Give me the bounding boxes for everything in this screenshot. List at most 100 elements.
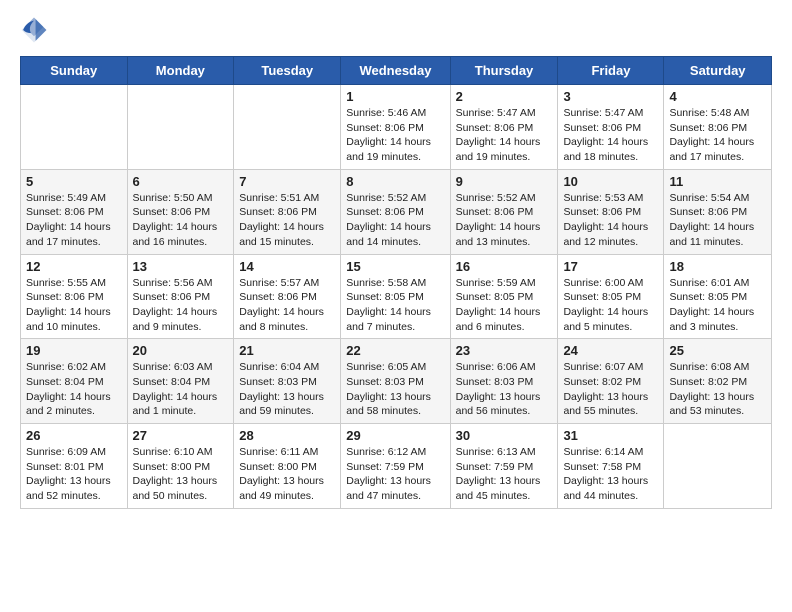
day-cell: 2Sunrise: 5:47 AM Sunset: 8:06 PM Daylig…: [450, 85, 558, 170]
day-number: 23: [456, 343, 553, 358]
day-number: 6: [133, 174, 229, 189]
day-cell: 24 Sunrise: 6:07 AM Sunset: 8:02 PM Dayli…: [558, 339, 664, 424]
day-info: Sunrise: 5:54 AM Sunset: 8:06 PM Dayligh…: [669, 191, 766, 250]
day-info: Sunrise: 6:08 AM Sunset: 8:02 PM Dayligh…: [669, 360, 766, 419]
day-cell: 4 Sunrise: 5:48 AM Sunset: 8:06 PM Daylig…: [664, 85, 772, 170]
weekday-header-saturday: Saturday: [664, 57, 772, 85]
week-row-4: 19 Sunrise: 6:02 AM Sunset: 8:04 PM Dayli…: [21, 339, 772, 424]
day-info: Sunrise: 6:01 AM Sunset: 8:05 PM Dayligh…: [669, 276, 766, 335]
day-info: Sunrise: 5:48 AM Sunset: 8:06 PM Dayligh…: [669, 106, 766, 165]
week-row-1: 1 Sunrise: 5:46 AM Sunset: 8:06 PM Daylig…: [21, 85, 772, 170]
day-cell: 3 Sunrise: 5:47 AM Sunset: 8:06 PM Daylig…: [558, 85, 664, 170]
day-cell: [21, 85, 128, 170]
day-cell: 13 Sunrise: 5:56 AM Sunset: 8:06 PM Dayli…: [127, 254, 234, 339]
day-number: 17: [563, 259, 658, 274]
day-number: 24: [563, 343, 658, 358]
day-info: Sunrise: 6:06 AM Sunset: 8:03 PM Dayligh…: [456, 360, 553, 419]
day-cell: 21Sunrise: 6:04 AM Sunset: 8:03 PM Dayli…: [234, 339, 341, 424]
day-info: Sunrise: 5:57 AM Sunset: 8:06 PM Dayligh…: [239, 276, 335, 335]
logo-icon: [20, 16, 48, 44]
day-number: 5: [26, 174, 122, 189]
page: SundayMondayTuesdayWednesdayThursdayFrid…: [0, 0, 792, 525]
day-number: 1: [346, 89, 444, 104]
day-cell: 10 Sunrise: 5:53 AM Sunset: 8:06 PM Dayli…: [558, 169, 664, 254]
day-number: 25: [669, 343, 766, 358]
day-cell: 1 Sunrise: 5:46 AM Sunset: 8:06 PM Daylig…: [341, 85, 450, 170]
day-number: 8: [346, 174, 444, 189]
week-row-2: 5 Sunrise: 5:49 AM Sunset: 8:06 PM Daylig…: [21, 169, 772, 254]
day-cell: 19 Sunrise: 6:02 AM Sunset: 8:04 PM Dayli…: [21, 339, 128, 424]
day-info: Sunrise: 6:09 AM Sunset: 8:01 PM Dayligh…: [26, 445, 122, 504]
header: [20, 16, 772, 44]
day-number: 11: [669, 174, 766, 189]
day-info: Sunrise: 5:55 AM Sunset: 8:06 PM Dayligh…: [26, 276, 122, 335]
day-cell: 8 Sunrise: 5:52 AM Sunset: 8:06 PM Daylig…: [341, 169, 450, 254]
day-number: 3: [563, 89, 658, 104]
day-number: 7: [239, 174, 335, 189]
day-number: 31: [563, 428, 658, 443]
weekday-header-tuesday: Tuesday: [234, 57, 341, 85]
day-cell: 28 Sunrise: 6:11 AM Sunset: 8:00 PM Dayli…: [234, 424, 341, 509]
day-number: 9: [456, 174, 553, 189]
weekday-header-monday: Monday: [127, 57, 234, 85]
logo: [20, 16, 54, 44]
day-cell: [664, 424, 772, 509]
day-number: 13: [133, 259, 229, 274]
week-row-3: 12Sunrise: 5:55 AM Sunset: 8:06 PM Dayli…: [21, 254, 772, 339]
weekday-header-thursday: Thursday: [450, 57, 558, 85]
day-info: Sunrise: 5:47 AM Sunset: 8:06 PM Dayligh…: [456, 106, 553, 165]
day-info: Sunrise: 5:49 AM Sunset: 8:06 PM Dayligh…: [26, 191, 122, 250]
day-cell: 31 Sunrise: 6:14 AM Sunset: 7:58 PM Dayli…: [558, 424, 664, 509]
day-info: Sunrise: 5:53 AM Sunset: 8:06 PM Dayligh…: [563, 191, 658, 250]
day-number: 14: [239, 259, 335, 274]
day-number: 27: [133, 428, 229, 443]
day-info: Sunrise: 5:47 AM Sunset: 8:06 PM Dayligh…: [563, 106, 658, 165]
day-number: 19: [26, 343, 122, 358]
day-cell: 30 Sunrise: 6:13 AM Sunset: 7:59 PM Dayli…: [450, 424, 558, 509]
day-info: Sunrise: 6:02 AM Sunset: 8:04 PM Dayligh…: [26, 360, 122, 419]
day-info: Sunrise: 6:00 AM Sunset: 8:05 PM Dayligh…: [563, 276, 658, 335]
day-cell: 17 Sunrise: 6:00 AM Sunset: 8:05 PM Dayli…: [558, 254, 664, 339]
day-cell: [127, 85, 234, 170]
day-number: 30: [456, 428, 553, 443]
day-number: 4: [669, 89, 766, 104]
day-number: 21: [239, 343, 335, 358]
day-info: Sunrise: 5:58 AM Sunset: 8:05 PM Dayligh…: [346, 276, 444, 335]
day-cell: 14 Sunrise: 5:57 AM Sunset: 8:06 PM Dayli…: [234, 254, 341, 339]
day-info: Sunrise: 5:52 AM Sunset: 8:06 PM Dayligh…: [346, 191, 444, 250]
day-number: 28: [239, 428, 335, 443]
day-cell: 27 Sunrise: 6:10 AM Sunset: 8:00 PM Dayli…: [127, 424, 234, 509]
day-cell: [234, 85, 341, 170]
day-info: Sunrise: 6:11 AM Sunset: 8:00 PM Dayligh…: [239, 445, 335, 504]
day-cell: 16Sunrise: 5:59 AM Sunset: 8:05 PM Dayli…: [450, 254, 558, 339]
day-info: Sunrise: 5:59 AM Sunset: 8:05 PM Dayligh…: [456, 276, 553, 335]
day-cell: 9Sunrise: 5:52 AM Sunset: 8:06 PM Daylig…: [450, 169, 558, 254]
day-info: Sunrise: 6:10 AM Sunset: 8:00 PM Dayligh…: [133, 445, 229, 504]
day-number: 18: [669, 259, 766, 274]
day-number: 29: [346, 428, 444, 443]
day-info: Sunrise: 6:13 AM Sunset: 7:59 PM Dayligh…: [456, 445, 553, 504]
day-number: 10: [563, 174, 658, 189]
week-row-5: 26Sunrise: 6:09 AM Sunset: 8:01 PM Dayli…: [21, 424, 772, 509]
weekday-header-sunday: Sunday: [21, 57, 128, 85]
day-info: Sunrise: 6:14 AM Sunset: 7:58 PM Dayligh…: [563, 445, 658, 504]
day-number: 22: [346, 343, 444, 358]
day-cell: 20 Sunrise: 6:03 AM Sunset: 8:04 PM Dayli…: [127, 339, 234, 424]
day-number: 20: [133, 343, 229, 358]
day-cell: 15 Sunrise: 5:58 AM Sunset: 8:05 PM Dayli…: [341, 254, 450, 339]
day-cell: 29Sunrise: 6:12 AM Sunset: 7:59 PM Dayli…: [341, 424, 450, 509]
day-info: Sunrise: 6:03 AM Sunset: 8:04 PM Dayligh…: [133, 360, 229, 419]
day-number: 15: [346, 259, 444, 274]
day-info: Sunrise: 5:56 AM Sunset: 8:06 PM Dayligh…: [133, 276, 229, 335]
day-info: Sunrise: 6:05 AM Sunset: 8:03 PM Dayligh…: [346, 360, 444, 419]
day-cell: 5 Sunrise: 5:49 AM Sunset: 8:06 PM Daylig…: [21, 169, 128, 254]
day-cell: 18 Sunrise: 6:01 AM Sunset: 8:05 PM Dayli…: [664, 254, 772, 339]
day-info: Sunrise: 5:51 AM Sunset: 8:06 PM Dayligh…: [239, 191, 335, 250]
day-info: Sunrise: 5:46 AM Sunset: 8:06 PM Dayligh…: [346, 106, 444, 165]
day-info: Sunrise: 6:07 AM Sunset: 8:02 PM Dayligh…: [563, 360, 658, 419]
day-cell: 23 Sunrise: 6:06 AM Sunset: 8:03 PM Dayli…: [450, 339, 558, 424]
day-cell: 12Sunrise: 5:55 AM Sunset: 8:06 PM Dayli…: [21, 254, 128, 339]
day-cell: 11 Sunrise: 5:54 AM Sunset: 8:06 PM Dayli…: [664, 169, 772, 254]
day-cell: 22 Sunrise: 6:05 AM Sunset: 8:03 PM Dayli…: [341, 339, 450, 424]
day-info: Sunrise: 5:50 AM Sunset: 8:06 PM Dayligh…: [133, 191, 229, 250]
